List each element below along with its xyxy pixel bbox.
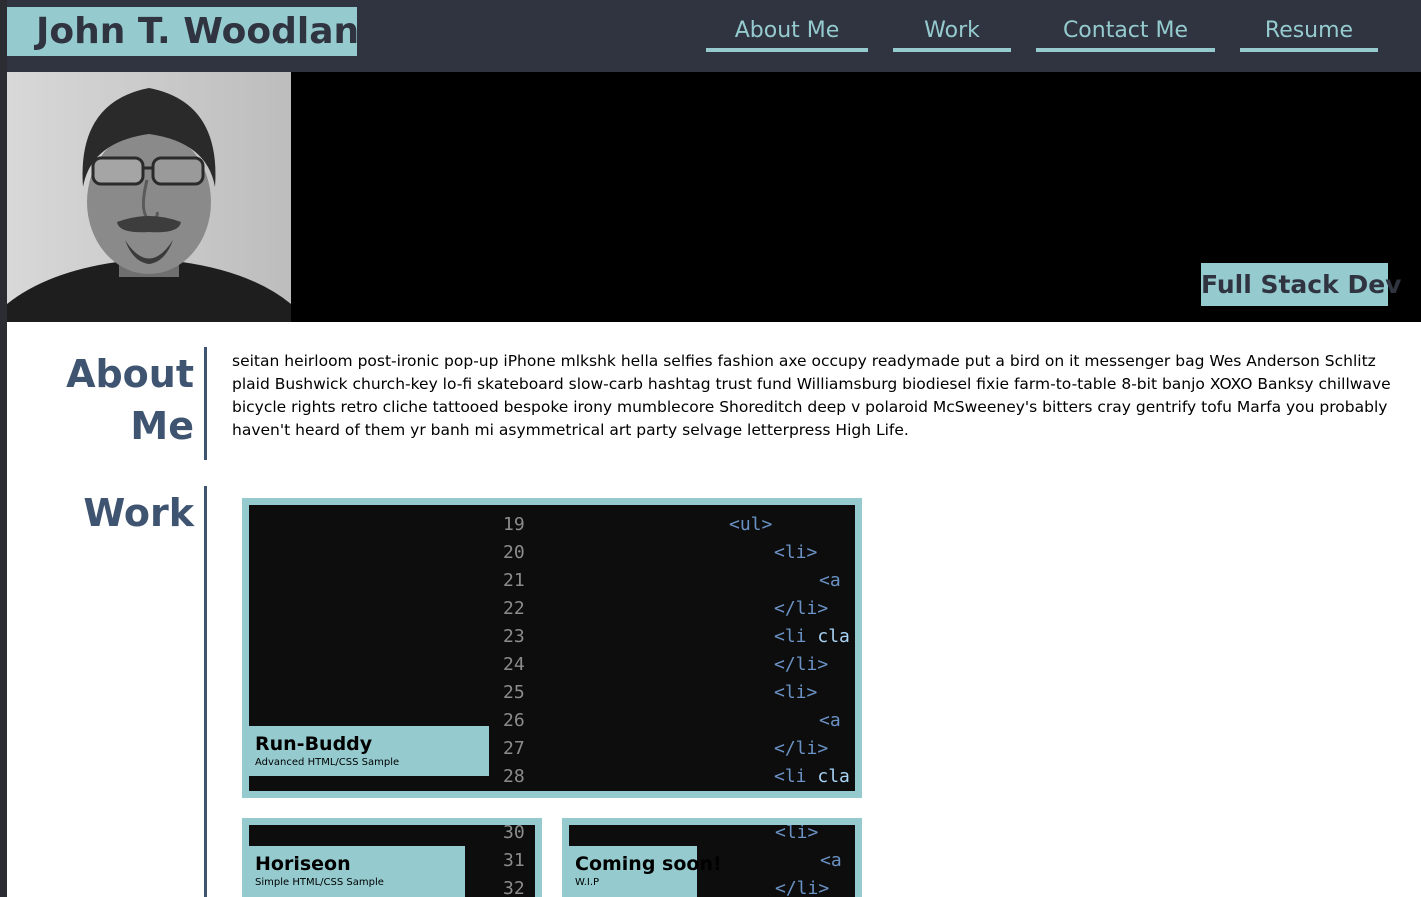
code-line: </li>	[775, 875, 829, 897]
code-line-number: 25	[503, 682, 525, 703]
code-line-number: 28	[503, 766, 525, 787]
project-subtitle: Simple HTML/CSS Sample	[255, 877, 384, 888]
code-token: <li>	[774, 682, 818, 703]
project-subtitle: W.I.P	[575, 877, 600, 888]
hero-tagline: Full Stack Dev	[1201, 263, 1401, 306]
project-title: Run-Buddy	[255, 733, 373, 755]
code-line: <li cla	[774, 623, 850, 651]
site-header: John T. Woodland About Me Work Contact M…	[7, 0, 1421, 72]
code-line: </li>	[774, 651, 828, 679]
code-line-number: 30	[503, 825, 525, 843]
nav-about-me[interactable]: About Me	[706, 14, 868, 52]
about-heading: About Me	[66, 348, 194, 452]
code-line: <ul>	[729, 511, 772, 539]
code-line: <a	[819, 567, 841, 595]
code-token: cla	[817, 766, 850, 787]
code-line-number: 22	[503, 598, 525, 619]
code-line-number: 26	[503, 710, 525, 731]
code-token: </li>	[775, 878, 830, 897]
hero-banner: Full Stack Dev	[7, 72, 1421, 322]
site-brand[interactable]: John T. Woodland	[7, 7, 385, 56]
project-label: Horiseon Simple HTML/CSS Sample	[249, 846, 465, 897]
code-token: <li>	[775, 825, 819, 843]
work-divider	[204, 486, 207, 897]
code-line: <li cla	[774, 763, 850, 791]
project-card-run-buddy[interactable]: 19 <ul> 20 <li> 21 <a 22 </li> 23 <li cla 24 </li> 2…	[242, 498, 862, 798]
code-line-number: 27	[503, 738, 525, 759]
code-line: <li>	[774, 539, 817, 567]
code-token: <li	[774, 766, 818, 787]
project-title: Horiseon	[255, 853, 351, 875]
code-token: <a	[820, 850, 842, 871]
project-title: Coming soon!	[575, 853, 722, 875]
code-token: </li>	[774, 738, 829, 759]
project-subtitle: Advanced HTML/CSS Sample	[255, 757, 400, 768]
work-heading: Work	[83, 491, 194, 535]
portrait-photo	[7, 72, 291, 322]
project-card-horiseon[interactable]: 30 31 32 Horiseon Simple HTML/CSS Sample	[242, 818, 542, 897]
about-heading-line2: Me	[130, 404, 194, 448]
code-token: <ul>	[729, 514, 773, 535]
code-line: </li>	[774, 595, 828, 623]
code-token: </li>	[774, 598, 829, 619]
about-text: seitan heirloom post-ironic pop-up iPhon…	[232, 352, 1391, 439]
code-line: <a	[820, 847, 842, 875]
nav-work[interactable]: Work	[893, 14, 1011, 52]
project-label: Coming soon! W.I.P	[569, 846, 722, 897]
person-portrait-icon	[7, 72, 291, 322]
about-divider	[204, 347, 207, 460]
about-heading-line1: About	[66, 352, 194, 396]
code-line-number: 19	[503, 514, 525, 535]
code-line-number: 24	[503, 654, 525, 675]
code-line-number: 31	[503, 850, 525, 871]
page: John T. Woodland About Me Work Contact M…	[7, 0, 1421, 897]
project-card-coming-soon[interactable]: <li> <a </li> Coming soon! W.I.P	[562, 818, 862, 897]
code-token: <li>	[774, 542, 818, 563]
code-line: </li>	[774, 735, 828, 763]
code-token: <a	[819, 570, 841, 591]
code-token: </li>	[774, 654, 829, 675]
code-line: <li>	[774, 679, 817, 707]
project-label: Run-Buddy Advanced HTML/CSS Sample	[249, 726, 489, 776]
code-line: <a	[819, 707, 841, 735]
code-line-number: 21	[503, 570, 525, 591]
nav-resume[interactable]: Resume	[1240, 14, 1378, 52]
code-line-number: 23	[503, 626, 525, 647]
code-line: <li>	[775, 825, 818, 847]
code-token: cla	[817, 626, 850, 647]
code-line-number: 20	[503, 542, 525, 563]
code-token: <li	[774, 626, 818, 647]
code-line-number: 32	[503, 878, 525, 897]
nav-contact-me[interactable]: Contact Me	[1036, 14, 1215, 52]
code-token: <a	[819, 710, 841, 731]
